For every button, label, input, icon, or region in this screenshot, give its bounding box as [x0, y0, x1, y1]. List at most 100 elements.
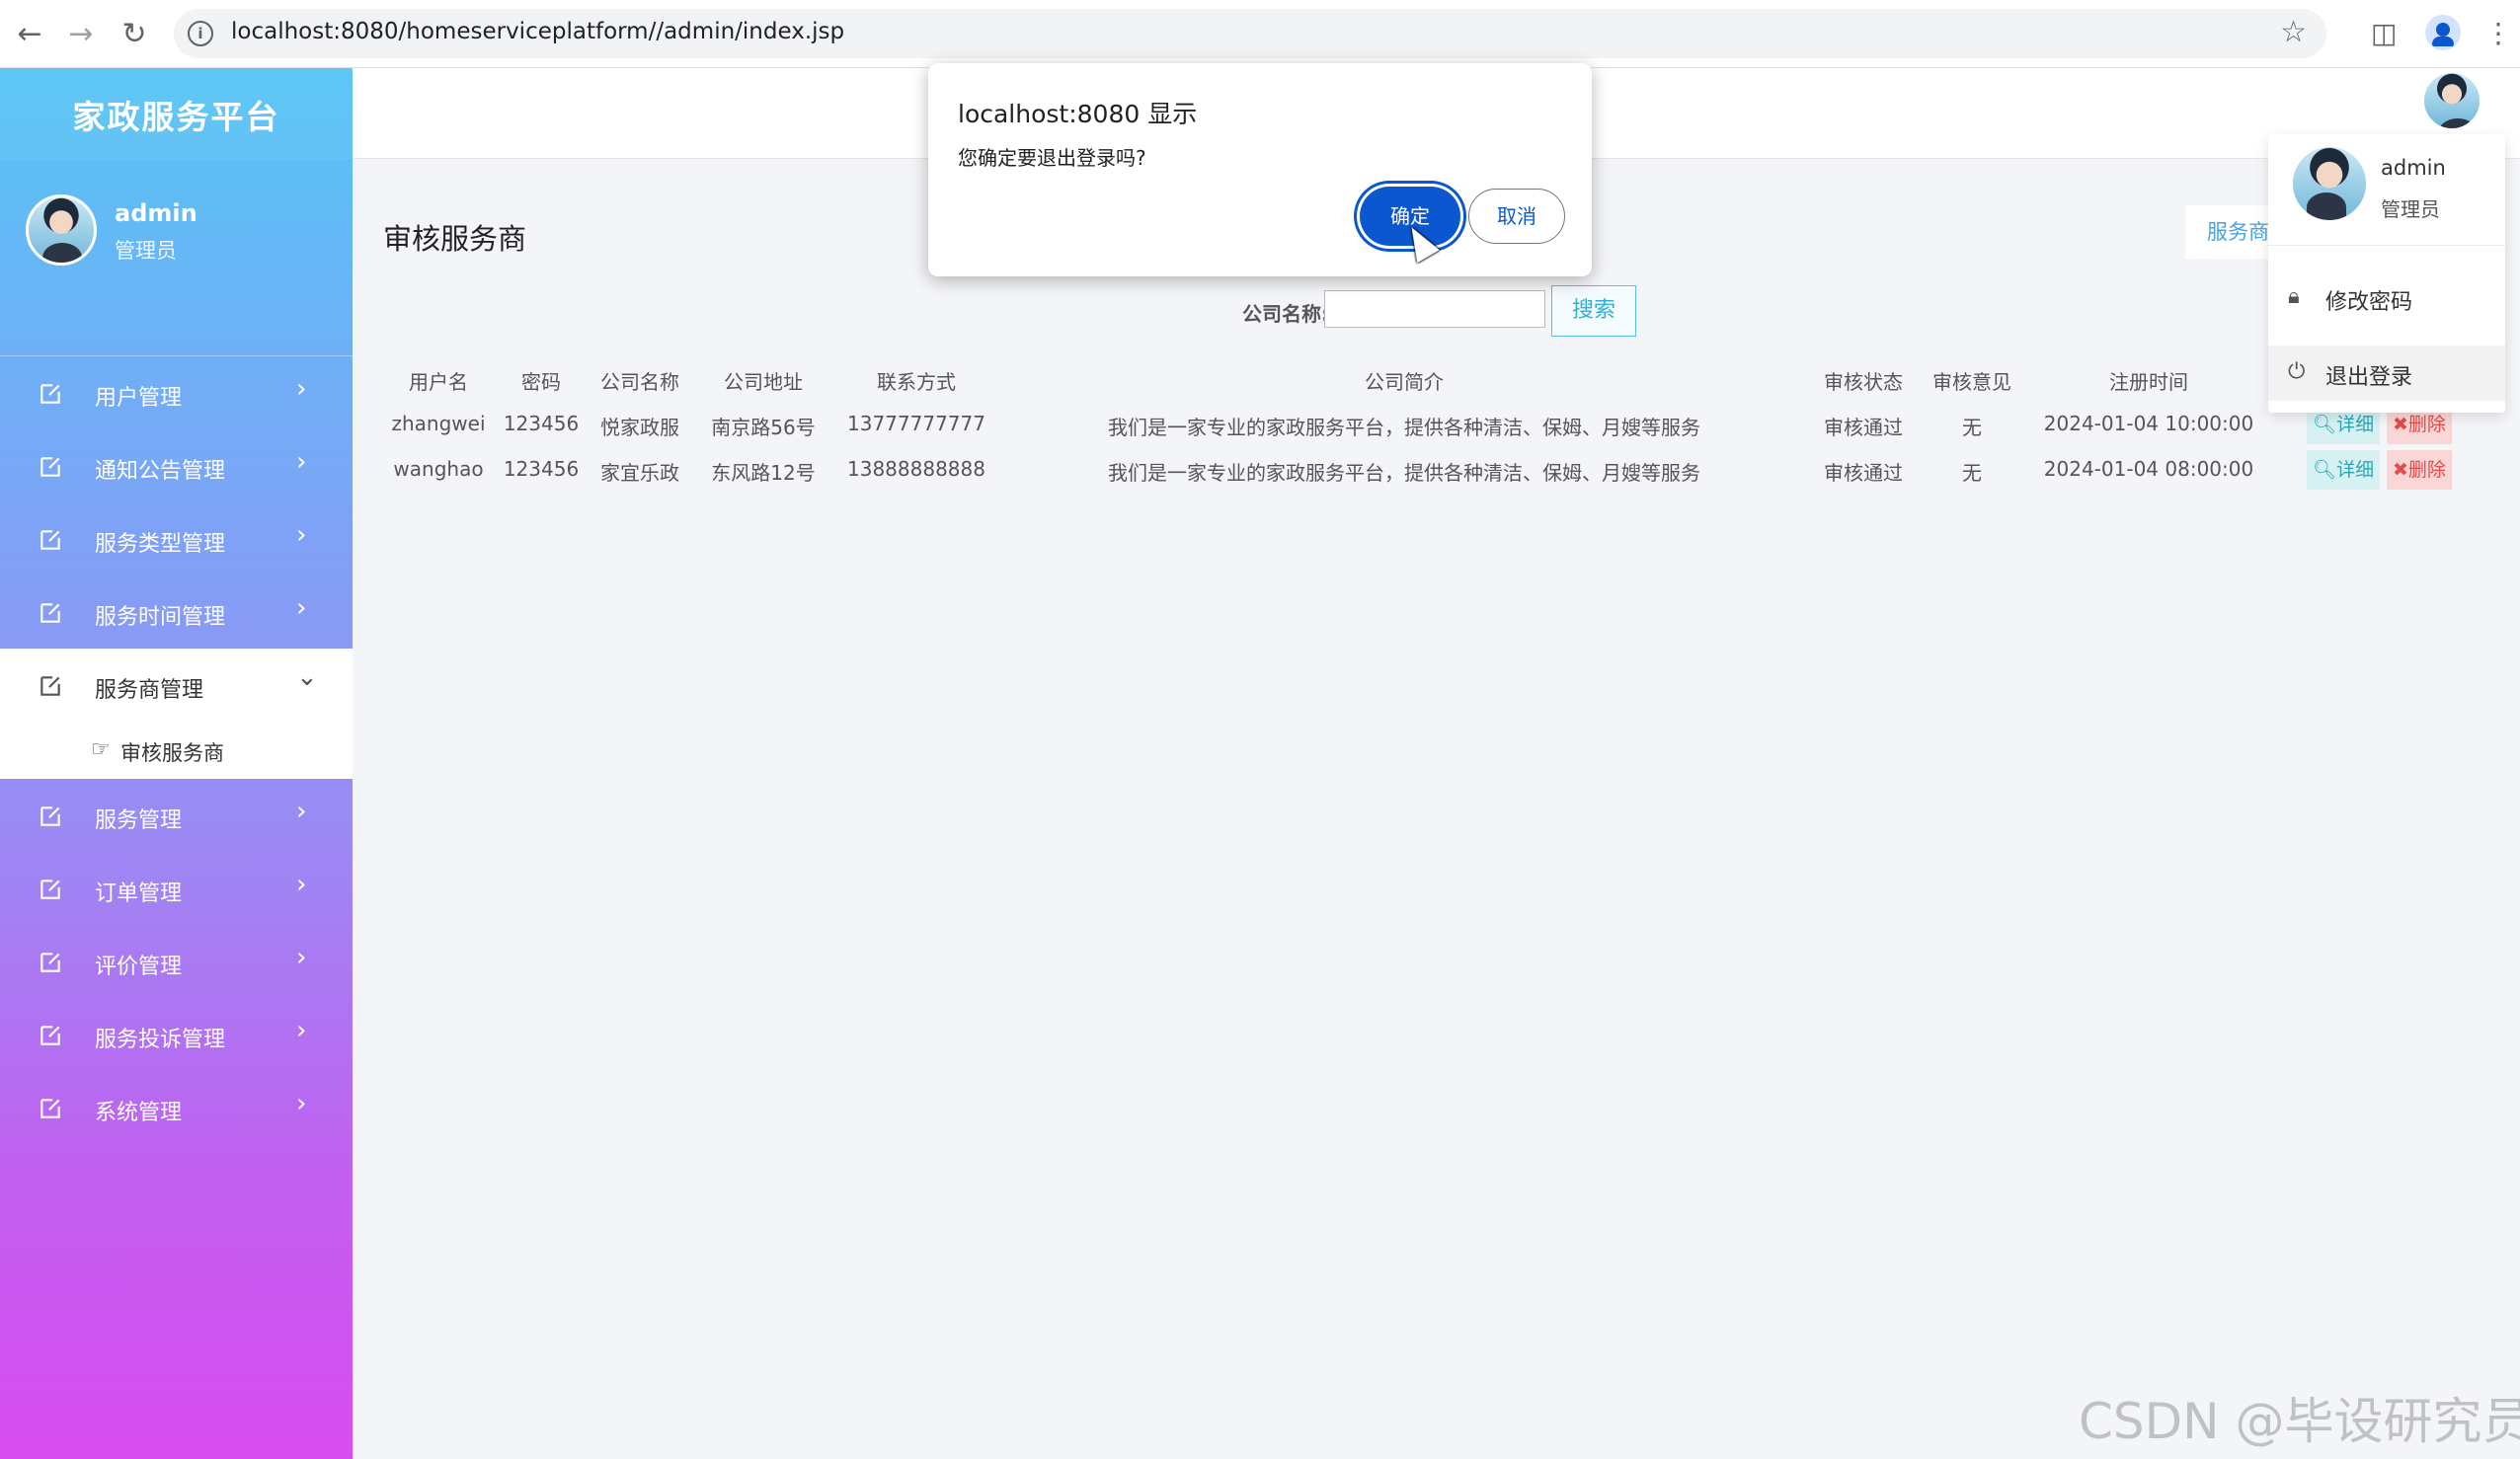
- table-cell: 123456: [503, 412, 580, 435]
- table-cell: 审核通过: [1824, 461, 1903, 485]
- sidebar-item-9[interactable]: 系统管理 ›: [0, 1071, 353, 1144]
- sidebar-item-label: 服务类型管理: [95, 532, 226, 557]
- sidebar-item-8[interactable]: 服务投诉管理 ›: [0, 998, 353, 1071]
- close-icon: ✖: [2393, 459, 2408, 481]
- sidebar-item-label: 系统管理: [95, 1101, 183, 1125]
- sidebar-item-label: 评价管理: [95, 955, 183, 979]
- lock-icon: 🔒︎: [2288, 284, 2300, 309]
- company-name-input[interactable]: [1324, 290, 1545, 328]
- search-icon: 🔍︎: [2313, 414, 2337, 435]
- table-cell: 2024-01-04 10:00:00: [2043, 412, 2254, 435]
- sidebar-user: admin 管理员: [0, 160, 353, 356]
- edit-icon: [38, 804, 61, 827]
- table-cell: 13888888888: [847, 457, 985, 481]
- dialog-message: 您确定要退出登录吗?: [958, 146, 1146, 170]
- table-header: 公司地址: [724, 370, 803, 394]
- chevron-right-icon: ›: [296, 593, 307, 623]
- watermark: CSDN @毕设研究员: [2079, 1393, 2520, 1450]
- logout-item[interactable]: ⏻ 退出登录: [2268, 346, 2505, 401]
- sidebar-menu: 用户管理 › 通知公告管理 › 服务类型管理 › 服务时间管理 › 服务商管理 ⌄ ☞ 审核服务商 服务…: [0, 356, 353, 1144]
- user-role: 管理员: [115, 239, 177, 263]
- search-button[interactable]: 搜索: [1551, 285, 1636, 337]
- user-name: admin: [115, 199, 197, 227]
- sidebar-item-label: 服务商管理: [95, 678, 204, 703]
- change-password-item[interactable]: 🔒︎ 修改密码: [2268, 270, 2505, 326]
- brand-title: 家政服务平台: [0, 68, 353, 160]
- dropdown-user-role: 管理员: [2381, 197, 2440, 221]
- table-cell: zhangwei: [391, 412, 486, 435]
- sidebar-item-0[interactable]: 用户管理 ›: [0, 356, 353, 429]
- edit-icon: [38, 673, 61, 697]
- edit-icon: [38, 950, 61, 973]
- sidebar-item-5[interactable]: 服务管理 ›: [0, 779, 353, 852]
- edit-icon: [38, 381, 61, 405]
- kebab-menu-icon[interactable]: ⋮: [2484, 17, 2512, 49]
- table-header: 审核意见: [1932, 370, 2011, 394]
- detail-label: 详细: [2336, 414, 2375, 435]
- edit-icon: [38, 600, 61, 624]
- provider-tab[interactable]: 服务商: [2185, 205, 2269, 259]
- sidebar-item-2[interactable]: 服务类型管理 ›: [0, 502, 353, 576]
- company-name-label: 公司名称:: [1242, 302, 1329, 326]
- sidebar-item-7[interactable]: 评价管理 ›: [0, 925, 353, 998]
- sidebar-item-3[interactable]: 服务时间管理 ›: [0, 576, 353, 649]
- table-cell: 东风路12号: [711, 461, 816, 485]
- cancel-button[interactable]: 取消: [1468, 189, 1565, 244]
- table-cell: 2024-01-04 08:00:00: [2043, 457, 2254, 481]
- side-panel-icon[interactable]: ◫: [2371, 17, 2397, 49]
- sidebar-item-1[interactable]: 通知公告管理 ›: [0, 429, 353, 502]
- sidebar: 家政服务平台 admin 管理员 用户管理 › 通知公告管理 › 服务类型管理 › 服务时间…: [0, 68, 353, 1459]
- url-text[interactable]: localhost:8080/homeserviceplatform//admi…: [231, 19, 844, 44]
- bookmark-star-icon[interactable]: ☆: [2280, 15, 2307, 49]
- table-cell: 我们是一家专业的家政服务平台，提供各种清洁、保姆、月嫂等服务: [1108, 416, 1700, 439]
- sidebar-item-6[interactable]: 订单管理 ›: [0, 852, 353, 925]
- table-cell: wanghao: [393, 457, 484, 481]
- profile-icon[interactable]: [2425, 15, 2461, 50]
- sidebar-item-label: 订单管理: [95, 882, 183, 906]
- info-icon[interactable]: i: [188, 21, 213, 46]
- table-cell: 悦家政服: [600, 416, 679, 439]
- dialog-title: localhost:8080 显示: [958, 100, 1198, 128]
- edit-icon: [38, 1023, 61, 1046]
- sidebar-subitem-0[interactable]: ☞ 审核服务商: [0, 722, 353, 779]
- edit-icon: [38, 877, 61, 900]
- table-header: 公司名称: [600, 370, 679, 394]
- sidebar-subitem-label: 审核服务商: [120, 741, 224, 765]
- change-password-label: 修改密码: [2325, 290, 2413, 315]
- table-cell: 审核通过: [1824, 416, 1903, 439]
- dropdown-user-name: admin: [2381, 156, 2446, 180]
- close-icon: ✖: [2393, 414, 2408, 435]
- delete-label: 删除: [2407, 414, 2446, 435]
- chevron-right-icon: ›: [296, 870, 307, 899]
- back-icon[interactable]: ←: [12, 16, 47, 51]
- chevron-right-icon: ›: [296, 447, 307, 477]
- pointing-hand-icon: ☞: [91, 737, 111, 762]
- user-dropdown: admin 管理员 🔒︎ 修改密码 ⏻ 退出登录: [2268, 134, 2505, 413]
- detail-label: 详细: [2336, 459, 2375, 481]
- table-cell: 家宜乐政: [600, 461, 679, 485]
- forward-icon[interactable]: →: [63, 16, 99, 51]
- sidebar-item-label: 服务时间管理: [95, 605, 226, 630]
- table-cell: 无: [1962, 461, 1982, 485]
- delete-button[interactable]: ✖删除: [2387, 450, 2452, 490]
- address-bar[interactable]: i localhost:8080/homeserviceplatform//ad…: [174, 9, 2326, 58]
- edit-icon: [38, 527, 61, 551]
- sidebar-item-label: 用户管理: [95, 386, 183, 411]
- table-header: 用户名: [409, 370, 468, 394]
- table-header: 密码: [521, 370, 561, 394]
- table-cell: 13777777777: [847, 412, 985, 435]
- header-avatar[interactable]: [2421, 70, 2482, 131]
- sidebar-item-4[interactable]: 服务商管理 ⌄: [0, 649, 353, 722]
- reload-icon[interactable]: ↻: [117, 16, 152, 51]
- chevron-right-icon: ›: [296, 520, 307, 550]
- chevron-right-icon: ›: [296, 1016, 307, 1045]
- detail-button[interactable]: 🔍︎详细: [2307, 450, 2381, 490]
- edit-icon: [38, 454, 61, 478]
- search-icon: 🔍︎: [2313, 459, 2337, 481]
- divider: [2268, 245, 2505, 246]
- table-header: 注册时间: [2109, 370, 2188, 394]
- edit-icon: [38, 1096, 61, 1119]
- chevron-right-icon: ›: [296, 1089, 307, 1118]
- chevron-right-icon: ›: [296, 797, 307, 826]
- sidebar-item-label: 服务投诉管理: [95, 1028, 226, 1052]
